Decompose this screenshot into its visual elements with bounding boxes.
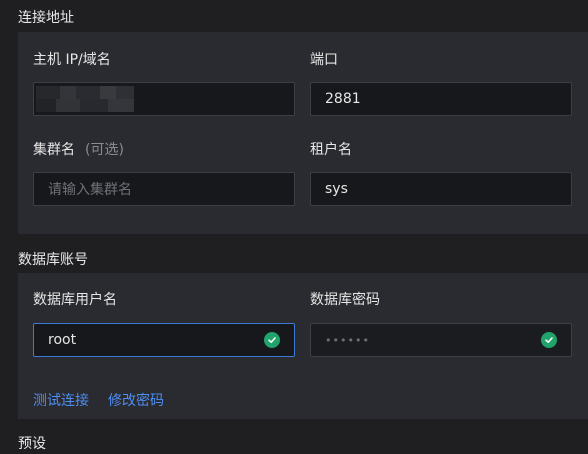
test-connection-link[interactable]: 测试连接 (33, 391, 89, 411)
port-value: 2881 (325, 91, 361, 107)
username-value: root (48, 332, 77, 348)
change-password-link[interactable]: 修改密码 (108, 391, 164, 411)
cluster-input[interactable]: 请输入集群名 (33, 172, 295, 206)
tenant-value: sys (325, 181, 348, 197)
password-label: 数据库密码 (310, 292, 380, 308)
port-label: 端口 (310, 52, 338, 68)
tenant-input[interactable]: sys (310, 172, 572, 206)
check-circle-icon (541, 332, 557, 348)
host-redacted-value (36, 86, 134, 112)
host-label: 主机 IP/域名 (33, 52, 111, 68)
password-input[interactable]: •••••• (310, 323, 572, 357)
cluster-label: 集群名 (可选) (33, 140, 124, 160)
check-circle-icon (264, 332, 280, 348)
section-title-account: 数据库账号 (18, 252, 88, 268)
password-masked-value: •••••• (325, 333, 370, 347)
cluster-placeholder: 请输入集群名 (48, 182, 132, 198)
section-title-next: 预设 (18, 436, 46, 452)
section-title-connection: 连接地址 (18, 10, 74, 26)
cluster-label-text: 集群名 (33, 142, 75, 158)
username-input[interactable]: root (33, 323, 295, 357)
username-label: 数据库用户名 (33, 292, 117, 308)
cluster-optional-hint: (可选) (85, 142, 124, 158)
tenant-label: 租户名 (310, 142, 352, 158)
port-input[interactable]: 2881 (310, 82, 572, 116)
